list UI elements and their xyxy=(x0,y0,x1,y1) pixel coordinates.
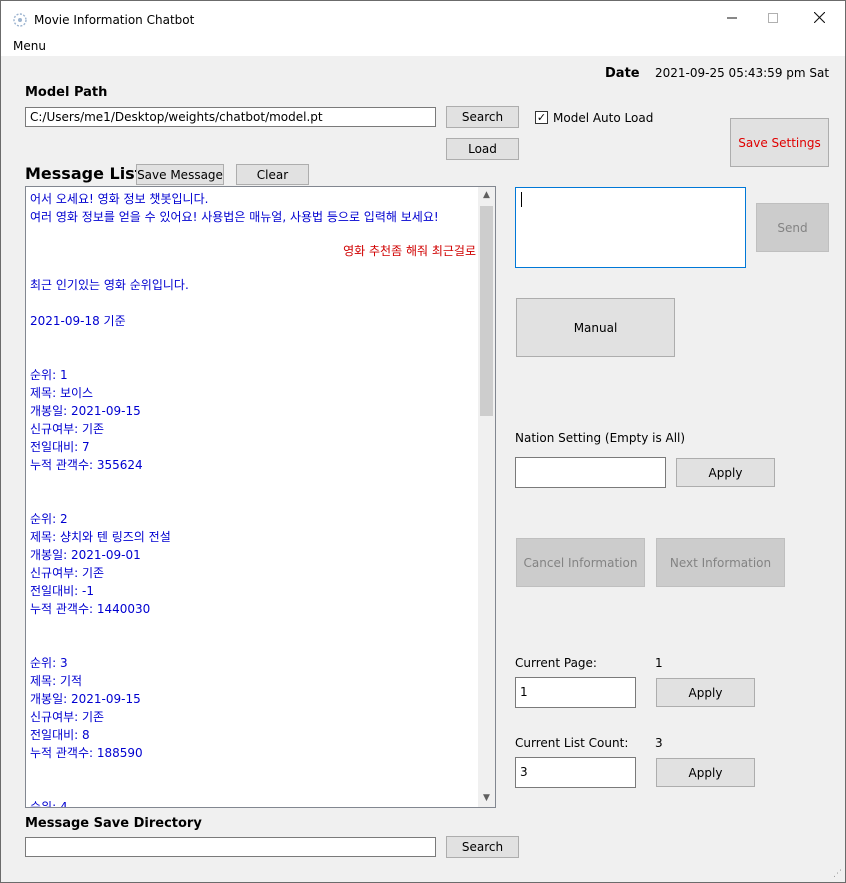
close-icon xyxy=(813,11,825,24)
current-page-value: 1 xyxy=(655,656,663,670)
save-directory-input[interactable] xyxy=(25,837,436,857)
send-button[interactable]: Send xyxy=(756,203,829,252)
save-directory-search-button[interactable]: Search xyxy=(446,836,519,858)
menu-item-menu[interactable]: Menu xyxy=(13,39,46,53)
save-message-button[interactable]: Save Message xyxy=(136,164,224,185)
save-directory-label: Message Save Directory xyxy=(25,816,202,831)
date-label: Date xyxy=(605,66,640,81)
nation-input[interactable] xyxy=(515,457,666,488)
message-list[interactable]: 어서 오세요! 영화 정보 챗봇입니다. 여러 영화 정보를 얻을 수 있어요!… xyxy=(25,186,496,808)
scroll-up-arrow[interactable]: ▲ xyxy=(478,187,495,204)
cancel-information-button[interactable]: Cancel Information xyxy=(516,538,645,587)
message-input[interactable] xyxy=(515,187,746,268)
list-count-label: Current List Count: xyxy=(515,736,629,750)
app-window: Movie Information Chatbot Menu Date 2021… xyxy=(0,0,846,883)
list-count-value: 3 xyxy=(655,736,663,750)
text-caret xyxy=(521,192,522,207)
current-page-label: Current Page: xyxy=(515,656,597,670)
nation-apply-button[interactable]: Apply xyxy=(676,458,775,487)
scroll-thumb[interactable] xyxy=(480,206,493,416)
minimize-button[interactable] xyxy=(709,1,755,38)
current-page-apply-button[interactable]: Apply xyxy=(656,678,755,707)
message-list-scrollbar[interactable]: ▲ ▼ xyxy=(478,187,495,807)
model-auto-load-checkbox[interactable]: ✓ xyxy=(535,111,548,124)
next-information-button[interactable]: Next Information xyxy=(656,538,785,587)
model-path-input[interactable]: C:/Users/me1/Desktop/weights/chatbot/mod… xyxy=(25,107,436,127)
list-count-input[interactable]: 3 xyxy=(515,757,636,788)
current-page-input[interactable]: 1 xyxy=(515,677,636,708)
message-list-label: Message List xyxy=(25,164,143,183)
nation-setting-label: Nation Setting (Empty is All) xyxy=(515,431,686,445)
model-search-button[interactable]: Search xyxy=(446,106,519,128)
scroll-down-arrow[interactable]: ▼ xyxy=(478,790,495,807)
save-settings-button[interactable]: Save Settings xyxy=(730,118,829,167)
bot-message: 어서 오세요! 영화 정보 챗봇입니다. 여러 영화 정보를 얻을 수 있어요!… xyxy=(30,192,439,224)
app-icon xyxy=(13,13,27,27)
window-title: Movie Information Chatbot xyxy=(34,13,195,27)
bot-message: 최근 인기있는 영화 순위입니다. 2021-09-18 기준 순위: 1 제목… xyxy=(30,278,189,808)
title-bar: Movie Information Chatbot xyxy=(1,1,845,38)
resize-grip-icon[interactable]: ⋰ xyxy=(833,869,842,879)
list-count-apply-button[interactable]: Apply xyxy=(656,758,755,787)
model-path-label: Model Path xyxy=(25,85,108,100)
clear-button[interactable]: Clear xyxy=(236,164,309,185)
menu-bar: Menu xyxy=(1,38,845,56)
maximize-button[interactable] xyxy=(750,1,796,38)
manual-button[interactable]: Manual xyxy=(516,298,675,357)
minimize-icon xyxy=(727,17,737,19)
model-load-button[interactable]: Load xyxy=(446,138,519,160)
date-value: 2021-09-25 05:43:59 pm Sat xyxy=(655,66,830,80)
maximize-icon xyxy=(768,13,778,23)
message-list-content: 어서 오세요! 영화 정보 챗봇입니다. 여러 영화 정보를 얻을 수 있어요!… xyxy=(30,190,476,808)
user-message: 영화 추천좀 해줘 최근걸로 xyxy=(343,244,476,258)
close-button[interactable] xyxy=(796,1,842,38)
model-auto-load-label: Model Auto Load xyxy=(553,111,654,125)
